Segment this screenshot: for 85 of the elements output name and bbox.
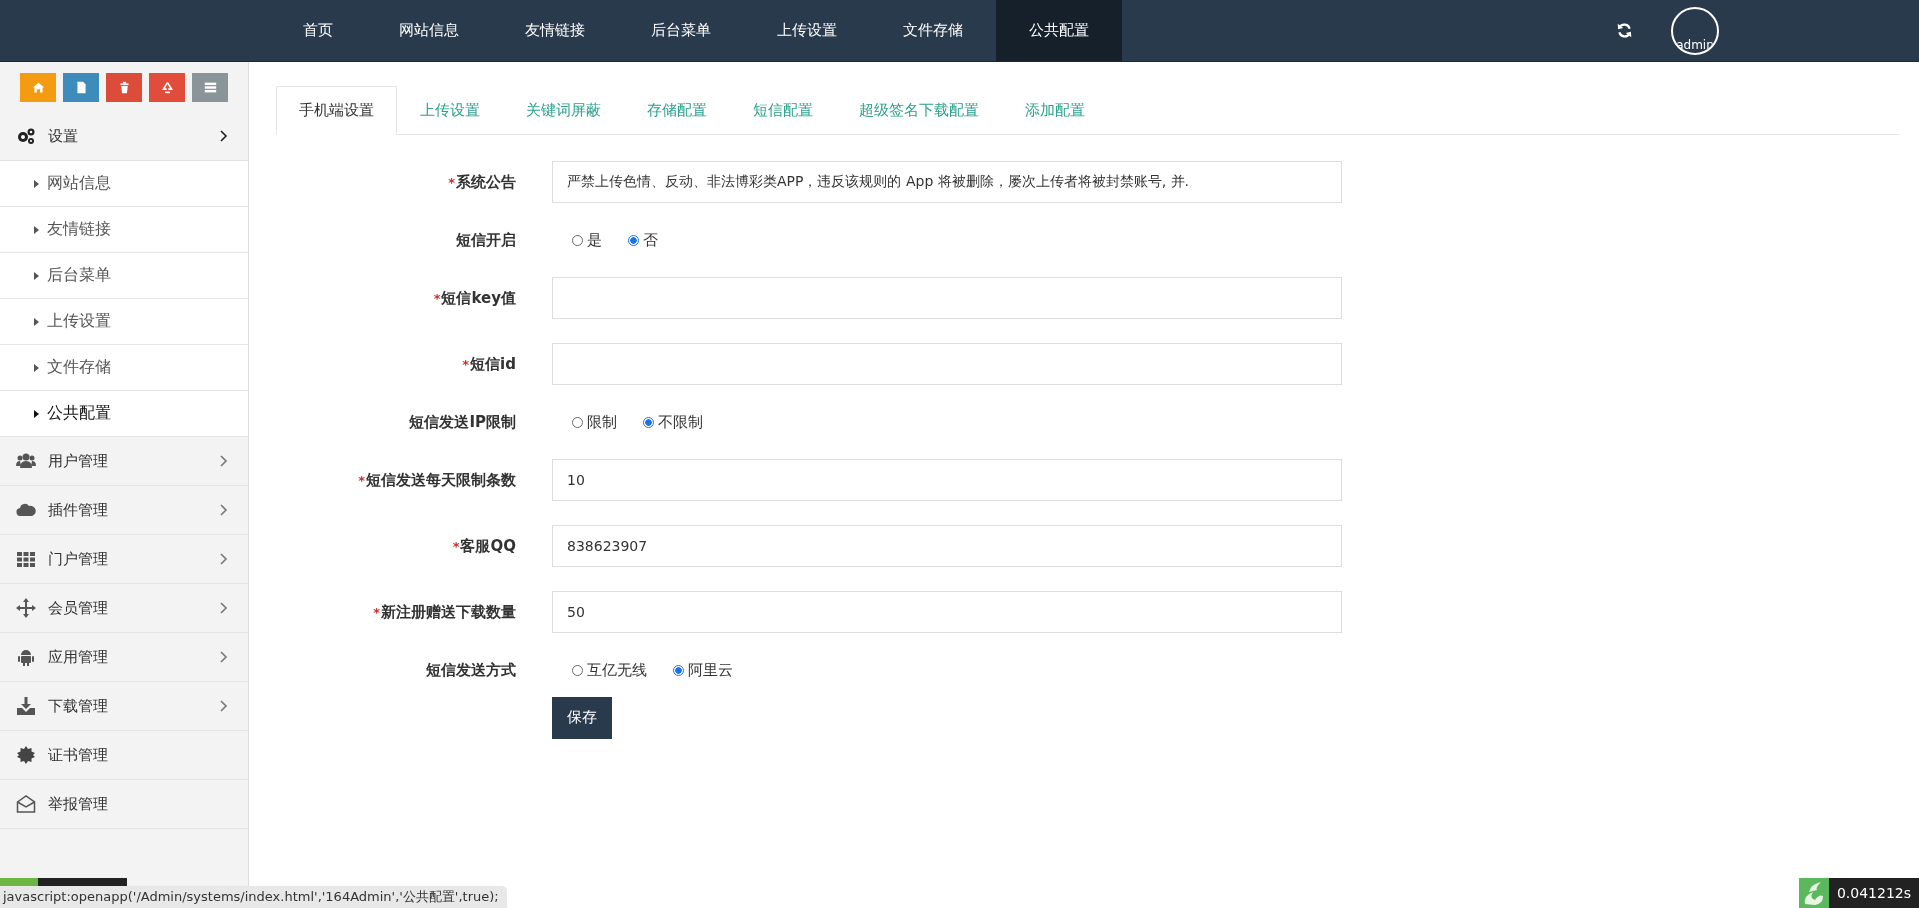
menu-label: 设置: [48, 126, 79, 146]
list-icon: [203, 81, 217, 94]
file-icon: [74, 81, 88, 94]
caret-right-icon: [34, 317, 39, 326]
field-label: 系统公告: [456, 172, 516, 191]
caret-right-icon: [34, 409, 39, 418]
nav-item[interactable]: 首页: [270, 0, 366, 61]
input-field[interactable]: 838623907: [552, 525, 1342, 567]
required-mark: *: [452, 538, 460, 554]
nav-item[interactable]: 公共配置: [996, 0, 1122, 61]
caret-right-icon: [34, 179, 39, 188]
submenu-item[interactable]: 后台菜单: [0, 253, 248, 299]
submenu-item[interactable]: 文件存储: [0, 345, 248, 391]
tab[interactable]: 手机端设置: [276, 86, 397, 135]
required-mark: *: [358, 472, 365, 488]
required-mark: *: [433, 290, 441, 306]
input-field[interactable]: 50: [552, 591, 1342, 633]
quick-recycle-button[interactable]: [149, 73, 185, 102]
move-icon: [16, 598, 36, 618]
save-button[interactable]: 保存: [552, 696, 612, 739]
menu-label: 用户管理: [48, 451, 109, 471]
input-field[interactable]: 10: [552, 459, 1342, 501]
radio-option[interactable]: 不限制: [643, 412, 703, 432]
field-label: 短信key值: [441, 288, 516, 307]
submenu-item[interactable]: 友情链接: [0, 207, 248, 253]
menu-label: 插件管理: [48, 500, 109, 520]
quick-trash-button[interactable]: [106, 73, 142, 102]
home-icon: [31, 81, 45, 94]
debug-time-badge: 0.041212s: [1828, 878, 1919, 908]
status-bar-url: javascript:openapp('/Admin/systems/index.html','164Admin','公共配置',true);: [0, 886, 507, 908]
envelope-icon: [16, 794, 36, 814]
menu-label: 证书管理: [48, 745, 109, 765]
radio-button[interactable]: [643, 416, 654, 428]
submenu-item[interactable]: 网站信息: [0, 161, 248, 207]
field-label: 新注册赠送下载数量: [381, 602, 516, 621]
radio-option[interactable]: 否: [628, 230, 658, 250]
input-field[interactable]: [552, 343, 1342, 385]
android-icon: [16, 647, 36, 667]
submenu-label: 后台菜单: [47, 265, 111, 286]
submenu-label: 友情链接: [47, 219, 111, 240]
radio-option[interactable]: 互亿无线: [572, 660, 647, 680]
download-icon: [16, 696, 36, 716]
nav-item[interactable]: 文件存储: [870, 0, 996, 61]
nav-item[interactable]: 友情链接: [492, 0, 618, 61]
field-label: 短信发送IP限制: [409, 412, 516, 431]
menu-label: 举报管理: [48, 794, 109, 814]
trash-icon: [117, 81, 131, 94]
required-mark: *: [373, 604, 380, 620]
radio-button[interactable]: [673, 664, 684, 676]
gears-icon: [16, 126, 36, 146]
nav-item[interactable]: 网站信息: [366, 0, 492, 61]
certificate-icon: [16, 745, 36, 765]
submenu-label: 网站信息: [47, 173, 111, 194]
quick-list-button[interactable]: [192, 73, 228, 102]
submenu-label: 公共配置: [47, 403, 111, 424]
radio-option[interactable]: 是: [572, 230, 602, 250]
quick-file-button[interactable]: [63, 73, 99, 102]
refresh-icon[interactable]: [1616, 22, 1633, 39]
radio-option[interactable]: 限制: [572, 412, 617, 432]
submenu-label: 上传设置: [47, 311, 111, 332]
menu-label: 下载管理: [48, 696, 109, 716]
nav-item[interactable]: 后台菜单: [618, 0, 744, 61]
submenu-item[interactable]: 上传设置: [0, 299, 248, 345]
field-label: 短信id: [470, 354, 516, 373]
field-label: 客服QQ: [460, 536, 516, 555]
grid-icon: [16, 549, 36, 569]
field-label: 短信发送方式: [426, 660, 516, 679]
caret-right-icon: [34, 363, 39, 372]
caret-right-icon: [34, 271, 39, 280]
radio-button[interactable]: [628, 234, 639, 246]
input-field[interactable]: [552, 277, 1342, 319]
field-label: 短信发送每天限制条数: [366, 470, 516, 489]
required-mark: *: [448, 174, 455, 190]
menu-label: 应用管理: [48, 647, 109, 667]
field-label: 短信开启: [456, 230, 516, 249]
nav-item[interactable]: 上传设置: [744, 0, 870, 61]
caret-right-icon: [34, 225, 39, 234]
required-mark: *: [462, 356, 470, 372]
input-field[interactable]: 严禁上传色情、反动、非法博彩类APP，违反该规则的 App 将被删除，屡次上传者将被封禁账号, 并.: [552, 161, 1342, 203]
radio-option[interactable]: 阿里云: [673, 660, 733, 680]
users-icon: [16, 451, 36, 471]
menu-label: 门户管理: [48, 549, 109, 569]
submenu-item[interactable]: 公共配置: [0, 391, 248, 437]
submenu-label: 文件存储: [47, 357, 111, 378]
menu-label: 会员管理: [48, 598, 109, 618]
